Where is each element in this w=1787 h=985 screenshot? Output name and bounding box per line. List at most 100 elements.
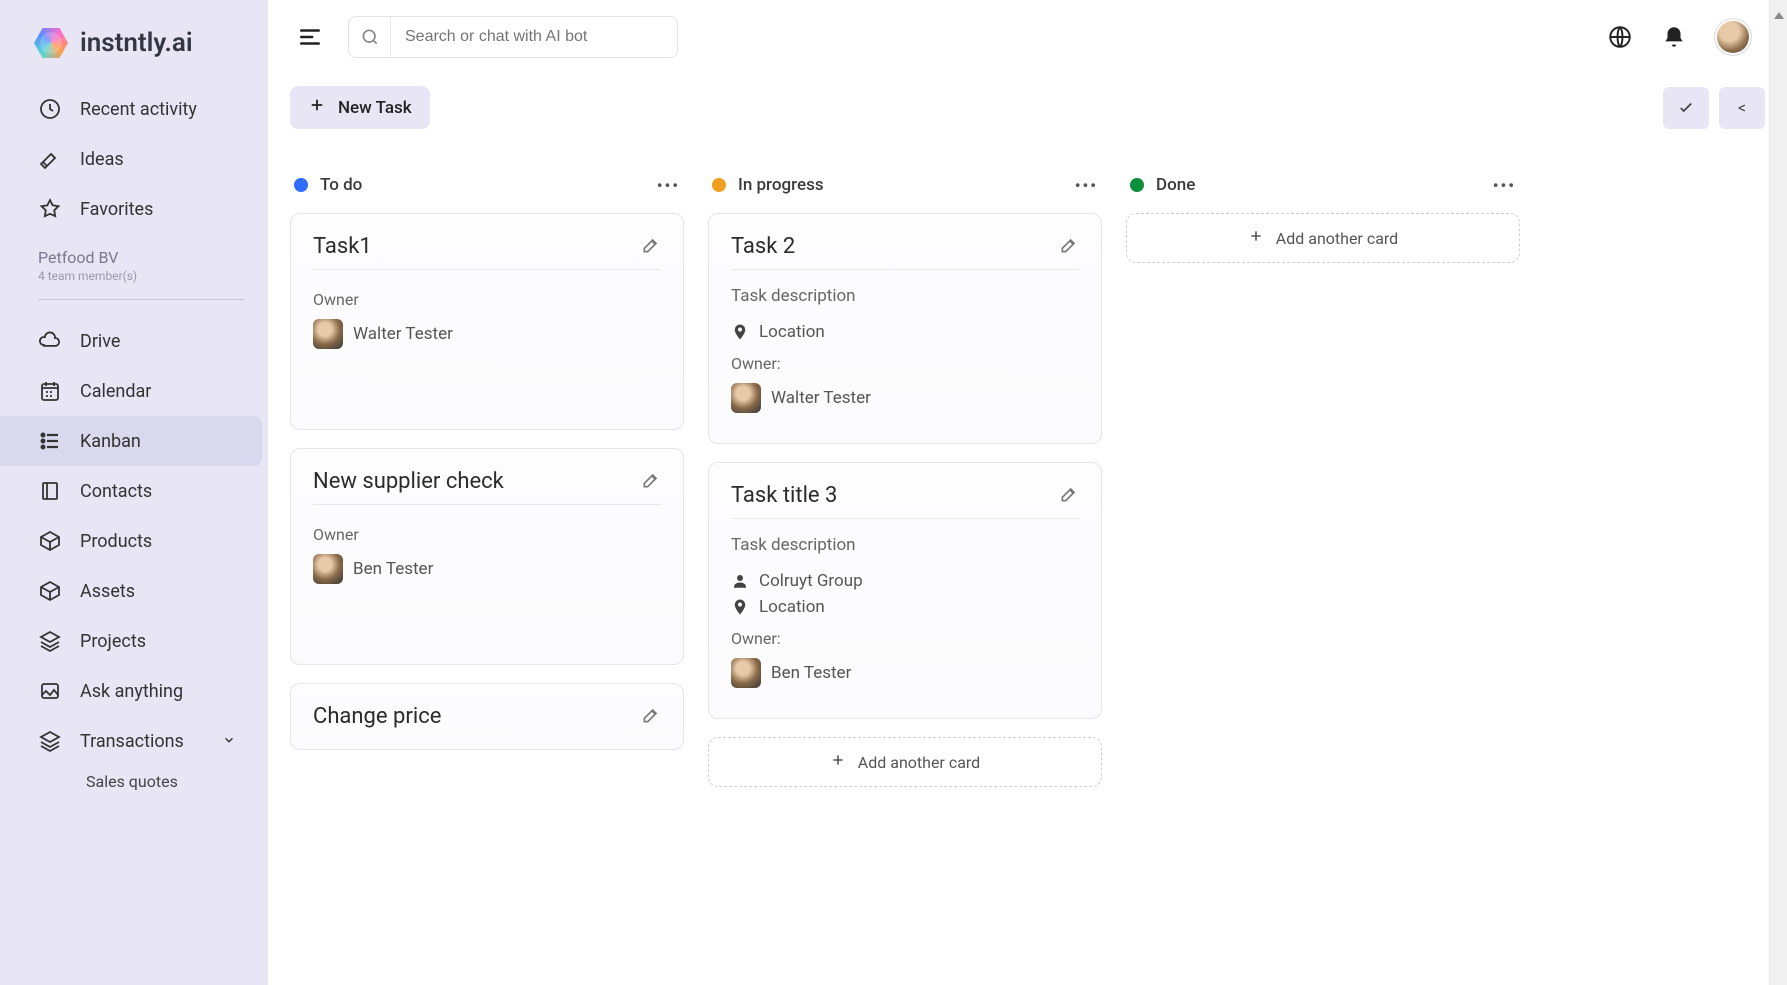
nav-drive[interactable]: Drive: [0, 316, 268, 366]
nav-sales-quotes[interactable]: Sales quotes: [0, 766, 268, 803]
nav-label: Contacts: [80, 481, 152, 502]
edit-icon[interactable]: [641, 235, 661, 259]
task-card[interactable]: New supplier check Owner Ben Tester: [290, 448, 684, 665]
nav-ask-anything[interactable]: Ask anything: [0, 666, 268, 716]
nav-label: Recent activity: [80, 99, 197, 120]
column-menu-button[interactable]: •••: [657, 176, 680, 195]
menu-toggle-button[interactable]: [290, 17, 330, 57]
company-text: Colruyt Group: [759, 571, 863, 591]
brand-text: instntly.ai: [80, 28, 193, 58]
back-button[interactable]: <: [1719, 87, 1765, 129]
edit-icon[interactable]: [641, 705, 661, 729]
workspace-subtitle: 4 team member(s): [0, 269, 268, 291]
card-title: Change price: [313, 704, 441, 729]
nav-recent-activity[interactable]: Recent activity: [0, 84, 268, 134]
card-title: Task 2: [731, 234, 795, 259]
plus-icon: [830, 752, 846, 772]
nav-transactions[interactable]: Transactions: [0, 716, 268, 766]
bell-icon[interactable]: [1661, 24, 1687, 50]
location-icon: [731, 598, 749, 616]
nav-calendar[interactable]: Calendar: [0, 366, 268, 416]
status-dot-icon: [1130, 178, 1144, 192]
nav-label: Favorites: [80, 199, 153, 220]
edit-icon[interactable]: [641, 470, 661, 494]
add-card-label: Add another card: [858, 753, 980, 772]
nav-label: Kanban: [80, 431, 141, 452]
list-icon: [38, 429, 62, 453]
owner-avatar: [731, 658, 761, 688]
brand-logo-icon: [34, 26, 68, 60]
scroll-up-arrow-icon: [1774, 12, 1784, 19]
status-dot-icon: [294, 178, 308, 192]
edit-icon[interactable]: [1059, 484, 1079, 508]
column-in-progress: In progress ••• Task 2 Task description: [708, 169, 1102, 975]
location-text: Location: [759, 597, 825, 617]
card-title: Task1: [313, 234, 372, 259]
plus-icon: [1248, 228, 1264, 248]
add-card-button[interactable]: Add another card: [708, 737, 1102, 787]
card-description: Task description: [731, 270, 1079, 306]
divider: [38, 299, 244, 300]
owner-label: Owner: [313, 505, 661, 544]
owner-name: Walter Tester: [771, 388, 871, 408]
nav-products[interactable]: Products: [0, 516, 268, 566]
image-icon: [38, 679, 62, 703]
column-header: In progress •••: [708, 169, 1102, 213]
person-icon: [731, 572, 749, 590]
task-card[interactable]: Change price: [290, 683, 684, 750]
column-menu-button[interactable]: •••: [1493, 176, 1516, 195]
edit-icon[interactable]: [1059, 235, 1079, 259]
owner-label: Owner:: [731, 342, 1079, 373]
star-icon: [38, 197, 62, 221]
owner-avatar: [731, 383, 761, 413]
location-icon: [731, 323, 749, 341]
nav-top: Recent activity Ideas Favorites: [0, 78, 268, 234]
globe-icon[interactable]: [1607, 24, 1633, 50]
nav-label: Calendar: [80, 381, 151, 402]
owner-name: Ben Tester: [771, 663, 851, 683]
plus-icon: [308, 96, 326, 119]
status-dot-icon: [712, 178, 726, 192]
new-task-button[interactable]: New Task: [290, 86, 430, 129]
nav-label: Transactions: [80, 731, 184, 752]
user-avatar[interactable]: [1715, 19, 1751, 55]
nav-ideas[interactable]: Ideas: [0, 134, 268, 184]
owner-avatar: [313, 319, 343, 349]
task-card[interactable]: Task title 3 Task description Colruyt Gr…: [708, 462, 1102, 719]
toolbar: New Task <: [268, 66, 1787, 139]
column-title: Done: [1156, 175, 1195, 195]
search-input[interactable]: [391, 28, 677, 46]
column-done: Done ••• Add another card: [1126, 169, 1520, 975]
nav-contacts[interactable]: Contacts: [0, 466, 268, 516]
clock-icon: [38, 97, 62, 121]
column-title: In progress: [738, 175, 824, 195]
task-card[interactable]: Task1 Owner Walter Tester: [290, 213, 684, 430]
calendar-icon: [38, 379, 62, 403]
nav-kanban[interactable]: Kanban: [0, 416, 262, 466]
confirm-button[interactable]: [1663, 87, 1709, 129]
pen-icon: [38, 147, 62, 171]
brand[interactable]: instntly.ai: [0, 16, 268, 78]
column-header: Done •••: [1126, 169, 1520, 213]
topbar: [268, 0, 1787, 66]
card-title: New supplier check: [313, 469, 504, 494]
column-menu-button[interactable]: •••: [1075, 176, 1098, 195]
add-card-button[interactable]: Add another card: [1126, 213, 1520, 263]
add-card-label: Add another card: [1276, 229, 1398, 248]
layers-icon: [38, 729, 62, 753]
scrollbar[interactable]: [1769, 0, 1787, 985]
owner-label: Owner:: [731, 617, 1079, 648]
nav-favorites[interactable]: Favorites: [0, 184, 268, 234]
new-task-label: New Task: [338, 98, 412, 118]
nav-label: Assets: [80, 581, 135, 602]
layers-icon: [38, 629, 62, 653]
nav-label: Projects: [80, 631, 146, 652]
task-card[interactable]: Task 2 Task description Location Owner:: [708, 213, 1102, 444]
location-text: Location: [759, 322, 825, 342]
nav-assets[interactable]: Assets: [0, 566, 268, 616]
sidebar: instntly.ai Recent activity Ideas Favori…: [0, 0, 268, 985]
nav-projects[interactable]: Projects: [0, 616, 268, 666]
cloud-icon: [38, 329, 62, 353]
search-box[interactable]: [348, 16, 678, 58]
nav-label: Products: [80, 531, 152, 552]
